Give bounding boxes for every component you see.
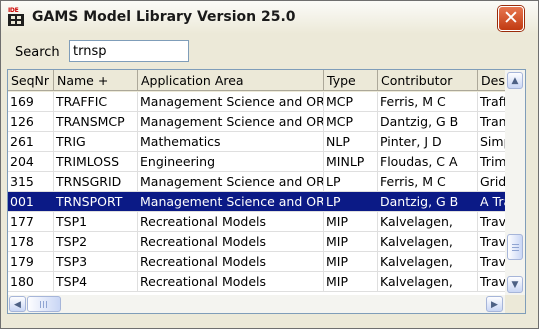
cell-name: TSP4 <box>54 272 138 291</box>
search-input[interactable] <box>69 40 189 62</box>
cell-name: TRANSMCP <box>54 112 138 131</box>
scroll-down-button[interactable]: ▼ <box>507 276 523 293</box>
cell-type: MIP <box>324 232 378 251</box>
cell-seqnr: 177 <box>8 212 54 231</box>
cell-application-area: Recreational Models <box>138 272 324 291</box>
cell-seqnr: 169 <box>8 92 54 111</box>
arrow-up-icon: ▲ <box>511 76 519 86</box>
cell-contributor: Kalvelagen, <box>378 232 478 251</box>
table-row[interactable]: 261TRIGMathematicsNLPPinter, J DSimple <box>8 132 518 152</box>
cell-type: MIP <box>324 272 378 291</box>
horizontal-scroll-thumb[interactable] <box>27 296 61 312</box>
model-table: SeqNr Name + Application Area Type Contribut… <box>7 69 526 314</box>
cell-application-area: Recreational Models <box>138 212 324 231</box>
close-button[interactable]: ✕ <box>498 6 524 31</box>
cell-application-area: Management Science and OR <box>140 192 324 211</box>
cell-contributor: Ferris, M C <box>378 92 478 111</box>
title-bar: IDE GAMS Model Library Version 25.0 ✕ <box>1 1 538 34</box>
cell-contributor: Ferris, M C <box>378 172 478 191</box>
cell-name: TRIG <box>54 132 138 151</box>
cell-type: NLP <box>324 132 378 151</box>
cell-name: TRNSPORT <box>54 192 138 211</box>
table-row[interactable]: 126 TRANSMCP Management Science and OR MCP D… <box>8 112 518 132</box>
cell-application-area: Management Science and OR <box>140 112 324 131</box>
cell-seqnr: 179 <box>8 252 54 271</box>
cell-name: TRIMLOSS <box>54 152 138 171</box>
cell-application-area: Engineering <box>138 152 324 171</box>
table-row[interactable]: 169 TRAFFIC Management Science and OR MCP Fe… <box>8 92 518 112</box>
table-row[interactable]: 179 TSP3 Recreational Models MIP Kalvelagen,… <box>8 252 518 272</box>
cell-application-area: Mathematics <box>138 132 324 151</box>
table-header: SeqNr Name + Application Area Type Contribut… <box>8 70 518 92</box>
table-row[interactable]: 177 TSP1 Recreational Models MIP Kalvelagen,… <box>8 212 518 232</box>
cell-application-area: Recreational Models <box>138 232 324 251</box>
scroll-up-button[interactable]: ▲ <box>507 72 523 89</box>
column-header-seqnr[interactable]: SeqNr <box>8 70 54 91</box>
cell-seqnr: 001 <box>8 192 54 211</box>
table-row[interactable]: 315 TRNSGRID Management Science and OR LP Fe… <box>8 172 518 192</box>
cell-seqnr: 261 <box>8 132 54 151</box>
model-library-window: IDE GAMS Model Library Version 25.0 ✕ Se… <box>0 0 539 329</box>
table-row[interactable]: 180 TSP4 Recreational Models MIP Kalvelagen,… <box>8 272 518 292</box>
cell-seqnr: 180 <box>8 272 54 291</box>
table-row[interactable]: 178 TSP2 Recreational Models MIP Kalvelagen,… <box>8 232 518 252</box>
arrow-left-icon: ◀ <box>14 300 21 310</box>
cell-contributor: Pinter, J D <box>378 132 478 151</box>
cell-name: TSP3 <box>54 252 138 271</box>
cell-type: MIP <box>324 212 378 231</box>
cell-type: MCP <box>324 112 378 131</box>
table-row[interactable]: 001 TRNSPORT Management Science and OR LP Da… <box>8 192 518 212</box>
cell-seqnr: 126 <box>8 112 54 131</box>
cell-contributor: Kalvelagen, <box>378 212 478 231</box>
cell-application-area: Management Science and OR <box>140 92 324 111</box>
gams-ide-icon: IDE <box>8 7 26 27</box>
column-header-application-area[interactable]: Application Area <box>138 70 324 91</box>
cell-type: MINLP <box>324 152 378 171</box>
vertical-scrollbar[interactable]: ▲ ▼ <box>505 70 525 295</box>
cell-seqnr: 315 <box>8 172 54 191</box>
scroll-left-button[interactable]: ◀ <box>9 296 26 312</box>
cell-seqnr: 204 <box>8 152 54 171</box>
window-title: GAMS Model Library Version 25.0 <box>32 9 296 25</box>
scroll-right-button[interactable]: ▶ <box>486 296 503 312</box>
search-label: Search <box>15 45 60 60</box>
cell-contributor: Floudas, C A <box>378 152 478 171</box>
arrow-right-icon: ▶ <box>491 300 498 310</box>
cell-name: TRAFFIC <box>54 92 138 111</box>
scroll-corner <box>505 295 525 313</box>
column-header-name[interactable]: Name + <box>54 70 138 91</box>
cell-contributor: Dantzig, G B <box>378 112 478 131</box>
cell-type: LP <box>324 172 378 191</box>
cell-contributor: Kalvelagen, <box>378 252 478 271</box>
close-icon: ✕ <box>503 7 519 29</box>
column-header-type[interactable]: Type <box>324 70 378 91</box>
cell-contributor: Kalvelagen, <box>378 272 478 291</box>
column-header-contributor[interactable]: Contributor <box>378 70 478 91</box>
vertical-scroll-thumb[interactable] <box>507 234 523 260</box>
table-row[interactable]: 204 TRIMLOSS Engineering MINLP Floudas, C AT… <box>8 152 518 172</box>
cell-type: MCP <box>324 92 378 111</box>
cell-application-area: Recreational Models <box>138 252 324 271</box>
cell-seqnr: 178 <box>8 232 54 251</box>
horizontal-scrollbar[interactable]: ◀ ▶ <box>8 295 505 313</box>
arrow-down-icon: ▼ <box>511 280 519 290</box>
app-icon-label: IDE <box>8 7 19 14</box>
cell-name: TRNSGRID <box>54 172 138 191</box>
cell-application-area: Management Science and OR <box>140 172 324 191</box>
cell-type: MIP <box>324 252 378 271</box>
cell-contributor: Dantzig, G B <box>378 192 478 211</box>
cell-name: TSP2 <box>54 232 138 251</box>
cell-name: TSP1 <box>54 212 138 231</box>
cell-type: LP <box>324 192 378 211</box>
